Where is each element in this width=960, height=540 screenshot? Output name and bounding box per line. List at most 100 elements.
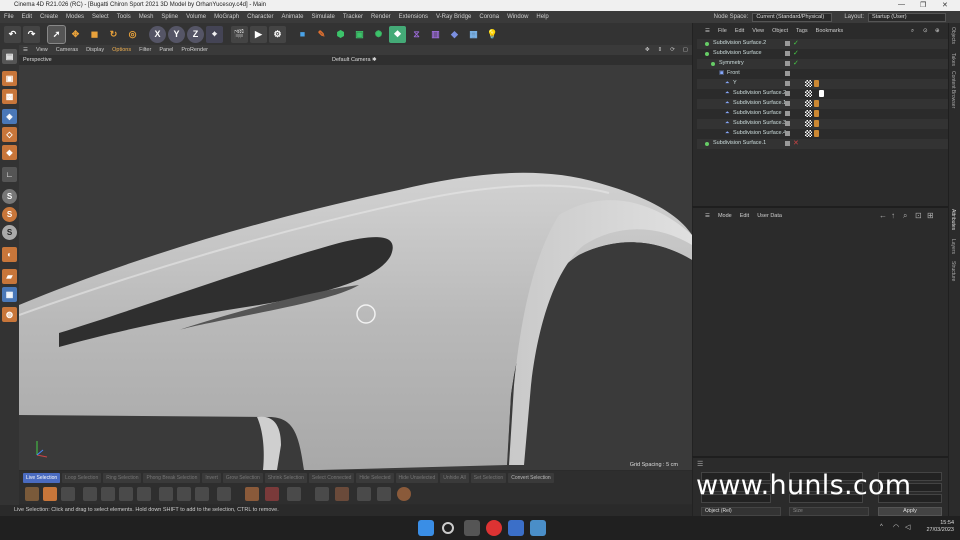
tab-takes[interactable]: Takes — [950, 53, 956, 66]
viewport-menu-cameras[interactable]: Cameras — [52, 47, 82, 53]
am-menu-edit[interactable]: Edit — [736, 213, 753, 219]
recent-tools-icon[interactable]: ◎ — [124, 26, 141, 43]
am-menu-mode[interactable]: Mode — [714, 213, 736, 219]
axis-mode-icon[interactable]: ∟ — [2, 167, 17, 182]
tab-content-browser[interactable]: Content Browser — [950, 71, 956, 108]
mode-unhide-all[interactable]: Unhide All — [440, 472, 469, 483]
menu-animate[interactable]: Animate — [277, 11, 307, 23]
enable-snap-icon[interactable]: S — [2, 207, 17, 222]
menu-edit[interactable]: Edit — [18, 11, 36, 23]
menu-vray-bridge[interactable]: V-Ray Bridge — [432, 11, 475, 23]
model-mode-icon[interactable]: ▣ — [2, 71, 17, 86]
bevel-tool-icon[interactable] — [101, 487, 115, 501]
menu-window[interactable]: Window — [503, 11, 532, 23]
spin-edge-tool-icon[interactable] — [287, 487, 301, 501]
make-editable-icon[interactable]: ▤ — [2, 49, 17, 64]
split-tool-icon[interactable] — [315, 487, 329, 501]
new-view-icon[interactable]: ⊞ — [927, 211, 934, 220]
viewport-maximize-icon[interactable]: ▢ — [679, 47, 692, 53]
photos-icon[interactable] — [530, 520, 546, 536]
mode-grow-selection[interactable]: Grow Selection — [222, 472, 263, 483]
subdivide-tool-icon[interactable] — [335, 487, 349, 501]
object-row[interactable]: ⏶ Subdivision Surface — [697, 109, 949, 119]
object-row[interactable]: ⏶ Y — [697, 79, 949, 89]
filter-icon[interactable]: ⊙ — [919, 28, 932, 34]
mode-hide-unselected[interactable]: Hide Unselected — [395, 472, 439, 483]
mode-ring-selection[interactable]: Ring Selection — [103, 472, 142, 483]
live-selection-icon[interactable]: ➚ — [47, 24, 66, 44]
wifi-icon[interactable]: ◠ — [893, 523, 899, 531]
om-menu-edit[interactable]: Edit — [731, 28, 748, 34]
render-settings-icon[interactable]: ⚙ — [269, 25, 286, 43]
cube-icon[interactable]: ■ — [294, 26, 311, 43]
maximize-icon[interactable]: ❐ — [920, 1, 926, 9]
close-icon[interactable]: ✕ — [942, 1, 948, 9]
texture-mode-icon[interactable]: ▩ — [2, 89, 17, 104]
om-menu-bookmarks[interactable]: Bookmarks — [812, 28, 848, 34]
optimize-tool-icon[interactable] — [377, 487, 391, 501]
object-row[interactable]: ▣ Front — [697, 69, 949, 79]
light-icon[interactable]: 💡 — [484, 26, 501, 43]
om-menu-file[interactable]: File — [714, 28, 731, 34]
y-axis-icon[interactable]: Y — [168, 25, 185, 43]
viewport-move-icon[interactable]: ✥ — [641, 47, 654, 53]
menu-render[interactable]: Render — [367, 11, 395, 23]
hamburger-icon[interactable]: ☰ — [701, 28, 714, 34]
tab-structure[interactable]: Structure — [950, 261, 956, 281]
camera-icon[interactable]: ◆ — [446, 26, 463, 43]
slide-tool-icon[interactable] — [159, 487, 173, 501]
mograph-icon[interactable]: ❖ — [389, 25, 406, 43]
menu-extensions[interactable]: Extensions — [395, 11, 432, 23]
mode-shrink-selection[interactable]: Shrink Selection — [264, 472, 307, 483]
task-view-icon[interactable] — [464, 520, 480, 536]
undo-icon[interactable]: ↶ — [4, 25, 21, 43]
menu-tracker[interactable]: Tracker — [339, 11, 367, 23]
grid-icon[interactable]: ▦ — [2, 287, 17, 302]
start-icon[interactable] — [418, 520, 434, 536]
menu-help[interactable]: Help — [532, 11, 552, 23]
menu-tools[interactable]: Tools — [113, 11, 135, 23]
locked-workplane-icon[interactable]: ◐ — [2, 247, 17, 262]
menu-mesh[interactable]: Mesh — [135, 11, 158, 23]
hamburger-icon[interactable]: ☰ — [697, 460, 703, 468]
object-rel-dropdown[interactable]: Object (Rel) — [701, 507, 781, 516]
menu-spline[interactable]: Spline — [157, 11, 182, 23]
viewport-menu-prorender[interactable]: ProRender — [177, 47, 212, 53]
mode-phong-break-selection[interactable]: Phong Break Selection — [143, 472, 201, 483]
tray-chevron-icon[interactable]: ^ — [880, 524, 883, 530]
object-row[interactable]: Subdivision Surface ✓ — [697, 49, 949, 59]
knife-tool-icon[interactable] — [43, 487, 57, 501]
render-picture-viewer-icon[interactable]: ▶ — [250, 25, 267, 43]
x-axis-icon[interactable]: X — [149, 25, 166, 43]
render-view-icon[interactable]: 🎬 — [231, 25, 248, 43]
object-row[interactable]: ⏶ Subdivision Surface.4 — [697, 129, 949, 139]
extrude-tool-icon[interactable] — [83, 487, 97, 501]
snap-icon[interactable]: S — [2, 189, 17, 204]
move-icon[interactable]: ✥ — [67, 26, 84, 43]
menu-volume[interactable]: Volume — [182, 11, 210, 23]
viewport-zoom-icon[interactable]: ⇕ — [654, 47, 667, 53]
size-dropdown[interactable]: Size — [789, 507, 869, 516]
deformer-icon[interactable]: ✺ — [370, 26, 387, 43]
workplane-snap-icon[interactable]: S — [2, 225, 17, 240]
opera-icon[interactable] — [486, 520, 502, 536]
up-arrow-icon[interactable]: ↑ — [891, 211, 895, 220]
object-row[interactable]: Subdivision Surface.2 ✓ — [697, 39, 949, 49]
menu-file[interactable]: File — [0, 11, 18, 23]
tab-objects[interactable]: Objects — [950, 27, 956, 44]
cinema4d-icon[interactable] — [508, 520, 524, 536]
z-axis-icon[interactable]: Z — [187, 25, 204, 43]
pen-icon[interactable]: ✎ — [313, 26, 330, 43]
menu-select[interactable]: Select — [88, 11, 113, 23]
workplane-icon[interactable]: ▰ — [2, 269, 17, 284]
mode-invert[interactable]: Invert — [202, 472, 221, 483]
viewport-menu-panel[interactable]: Panel — [155, 47, 177, 53]
viewport-menu-display[interactable]: Display — [82, 47, 108, 53]
hamburger-icon[interactable]: ☰ — [701, 213, 714, 219]
om-menu-tags[interactable]: Tags — [792, 28, 812, 34]
minimize-icon[interactable]: — — [898, 1, 905, 8]
points-mode-icon[interactable]: ◈ — [2, 109, 17, 124]
viewport-menu-view[interactable]: View — [32, 47, 52, 53]
polygons-mode-icon[interactable]: ◆ — [2, 145, 17, 160]
am-menu-user-data[interactable]: User Data — [753, 213, 786, 219]
